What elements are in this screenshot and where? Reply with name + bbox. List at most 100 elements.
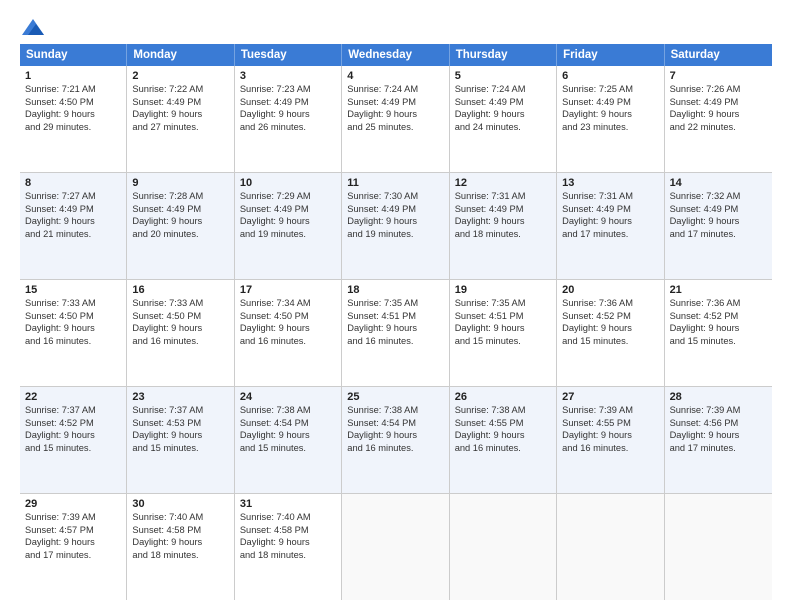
cell-line: Sunrise: 7:33 AM [25, 297, 121, 310]
day-number: 19 [455, 284, 551, 296]
day-number: 18 [347, 284, 443, 296]
cell-line: and 18 minutes. [132, 549, 228, 562]
calendar-cell [665, 494, 772, 600]
cell-line: Sunrise: 7:38 AM [240, 404, 336, 417]
cell-line: Sunset: 4:57 PM [25, 524, 121, 537]
calendar-cell: 16Sunrise: 7:33 AMSunset: 4:50 PMDayligh… [127, 280, 234, 386]
day-number: 14 [670, 177, 767, 189]
cell-line: and 23 minutes. [562, 121, 658, 134]
calendar-cell: 21Sunrise: 7:36 AMSunset: 4:52 PMDayligh… [665, 280, 772, 386]
calendar-row: 8Sunrise: 7:27 AM Sunset: 4:49 PM Daylight… [20, 173, 772, 280]
cell-line: Sunset: 4:50 PM [25, 96, 121, 109]
day-number: 21 [670, 284, 767, 296]
cell-line: Daylight: 9 hours [347, 322, 443, 335]
cell-line: Daylight: 9 hours [455, 429, 551, 442]
calendar-cell: 2Sunrise: 7:22 AMSunset: 4:49 PMDaylight… [127, 66, 234, 172]
cell-line: Sunrise: 7:37 AM [132, 404, 228, 417]
cell-line: Sunrise: 7:28 AM [132, 190, 228, 203]
cell-line: Sunset: 4:51 PM [455, 310, 551, 323]
cell-line: Daylight: 9 hours [455, 108, 551, 121]
calendar-cell: 11Sunrise: 7:30 AMSunset: 4:49 PMDayligh… [342, 173, 449, 279]
cell-line: Sunrise: 7:36 AM [562, 297, 658, 310]
cell-line: Sunset: 4:52 PM [562, 310, 658, 323]
cell-line: and 29 minutes. [25, 121, 121, 134]
cell-line: Sunset: 4:55 PM [455, 417, 551, 430]
cell-line: Daylight: 9 hours [25, 429, 121, 442]
cell-line: and 17 minutes. [670, 442, 767, 455]
cell-line: and 25 minutes. [347, 121, 443, 134]
calendar-cell: 22Sunrise: 7:37 AMSunset: 4:52 PMDayligh… [20, 387, 127, 493]
calendar-cell: 19Sunrise: 7:35 AMSunset: 4:51 PMDayligh… [450, 280, 557, 386]
calendar-cell: 28Sunrise: 7:39 AMSunset: 4:56 PMDayligh… [665, 387, 772, 493]
cell-line: Sunset: 4:49 PM [347, 96, 443, 109]
cell-line: and 15 minutes. [562, 335, 658, 348]
cell-line: Daylight: 9 hours [347, 215, 443, 228]
cell-line: Sunrise: 7:32 AM [670, 190, 767, 203]
calendar-cell [557, 494, 664, 600]
calendar-cell: 1Sunrise: 7:21 AMSunset: 4:50 PMDaylight… [20, 66, 127, 172]
cell-line: Sunset: 4:49 PM [562, 203, 658, 216]
cell-line: and 16 minutes. [347, 442, 443, 455]
calendar-cell: 27Sunrise: 7:39 AMSunset: 4:55 PMDayligh… [557, 387, 664, 493]
cell-line: Sunrise: 7:39 AM [670, 404, 767, 417]
calendar-header-cell: Friday [557, 44, 664, 66]
cell-line: Sunset: 4:49 PM [455, 203, 551, 216]
cell-line: Daylight: 9 hours [240, 322, 336, 335]
cell-line: and 21 minutes. [25, 228, 121, 241]
day-number: 10 [240, 177, 336, 189]
calendar-cell: 20Sunrise: 7:36 AMSunset: 4:52 PMDayligh… [557, 280, 664, 386]
cell-line: Sunrise: 7:29 AM [240, 190, 336, 203]
day-number: 6 [562, 70, 658, 82]
cell-line: Sunset: 4:50 PM [132, 310, 228, 323]
cell-line: and 17 minutes. [562, 228, 658, 241]
cell-line: Sunset: 4:50 PM [25, 310, 121, 323]
cell-line: and 15 minutes. [25, 442, 121, 455]
day-number: 16 [132, 284, 228, 296]
cell-line: Sunrise: 7:27 AM [25, 190, 121, 203]
calendar-cell [450, 494, 557, 600]
cell-line: and 16 minutes. [25, 335, 121, 348]
cell-line: Sunrise: 7:21 AM [25, 83, 121, 96]
calendar-cell: 10Sunrise: 7:29 AMSunset: 4:49 PMDayligh… [235, 173, 342, 279]
day-number: 25 [347, 391, 443, 403]
calendar-header-cell: Tuesday [235, 44, 342, 66]
calendar-cell: 29Sunrise: 7:39 AMSunset: 4:57 PMDayligh… [20, 494, 127, 600]
cell-line: and 22 minutes. [670, 121, 767, 134]
cell-line: Daylight: 9 hours [25, 215, 121, 228]
calendar-cell: 12Sunrise: 7:31 AMSunset: 4:49 PMDayligh… [450, 173, 557, 279]
day-number: 27 [562, 391, 658, 403]
cell-line: and 16 minutes. [240, 335, 336, 348]
calendar-cell: 24Sunrise: 7:38 AMSunset: 4:54 PMDayligh… [235, 387, 342, 493]
cell-line: Sunrise: 7:40 AM [240, 511, 336, 524]
calendar-cell: 18Sunrise: 7:35 AMSunset: 4:51 PMDayligh… [342, 280, 449, 386]
cell-line: Sunset: 4:49 PM [455, 96, 551, 109]
cell-line: Daylight: 9 hours [562, 429, 658, 442]
cell-line: Sunrise: 7:33 AM [132, 297, 228, 310]
cell-line: Sunset: 4:50 PM [240, 310, 336, 323]
day-number: 23 [132, 391, 228, 403]
cell-line: Daylight: 9 hours [670, 429, 767, 442]
day-number: 15 [25, 284, 121, 296]
day-number: 8 [25, 177, 121, 189]
cell-line: and 16 minutes. [455, 442, 551, 455]
cell-line: Sunset: 4:54 PM [347, 417, 443, 430]
cell-line: Sunset: 4:58 PM [132, 524, 228, 537]
day-number: 11 [347, 177, 443, 189]
cell-line: Daylight: 9 hours [25, 322, 121, 335]
day-number: 28 [670, 391, 767, 403]
calendar-row: 22Sunrise: 7:37 AMSunset: 4:52 PMDayligh… [20, 387, 772, 494]
cell-line: Sunrise: 7:24 AM [455, 83, 551, 96]
cell-line: and 18 minutes. [455, 228, 551, 241]
cell-line: Sunset: 4:52 PM [670, 310, 767, 323]
cell-line: and 24 minutes. [455, 121, 551, 134]
calendar-cell: 23Sunrise: 7:37 AMSunset: 4:53 PMDayligh… [127, 387, 234, 493]
cell-line: Sunrise: 7:22 AM [132, 83, 228, 96]
calendar-cell: 25Sunrise: 7:38 AMSunset: 4:54 PMDayligh… [342, 387, 449, 493]
cell-line: and 15 minutes. [670, 335, 767, 348]
cell-line: Sunrise: 7:34 AM [240, 297, 336, 310]
calendar-cell: 26Sunrise: 7:38 AMSunset: 4:55 PMDayligh… [450, 387, 557, 493]
cell-line: and 17 minutes. [25, 549, 121, 562]
cell-line: Daylight: 9 hours [562, 322, 658, 335]
calendar-cell: 6Sunrise: 7:25 AMSunset: 4:49 PMDaylight… [557, 66, 664, 172]
cell-line: Sunrise: 7:30 AM [347, 190, 443, 203]
